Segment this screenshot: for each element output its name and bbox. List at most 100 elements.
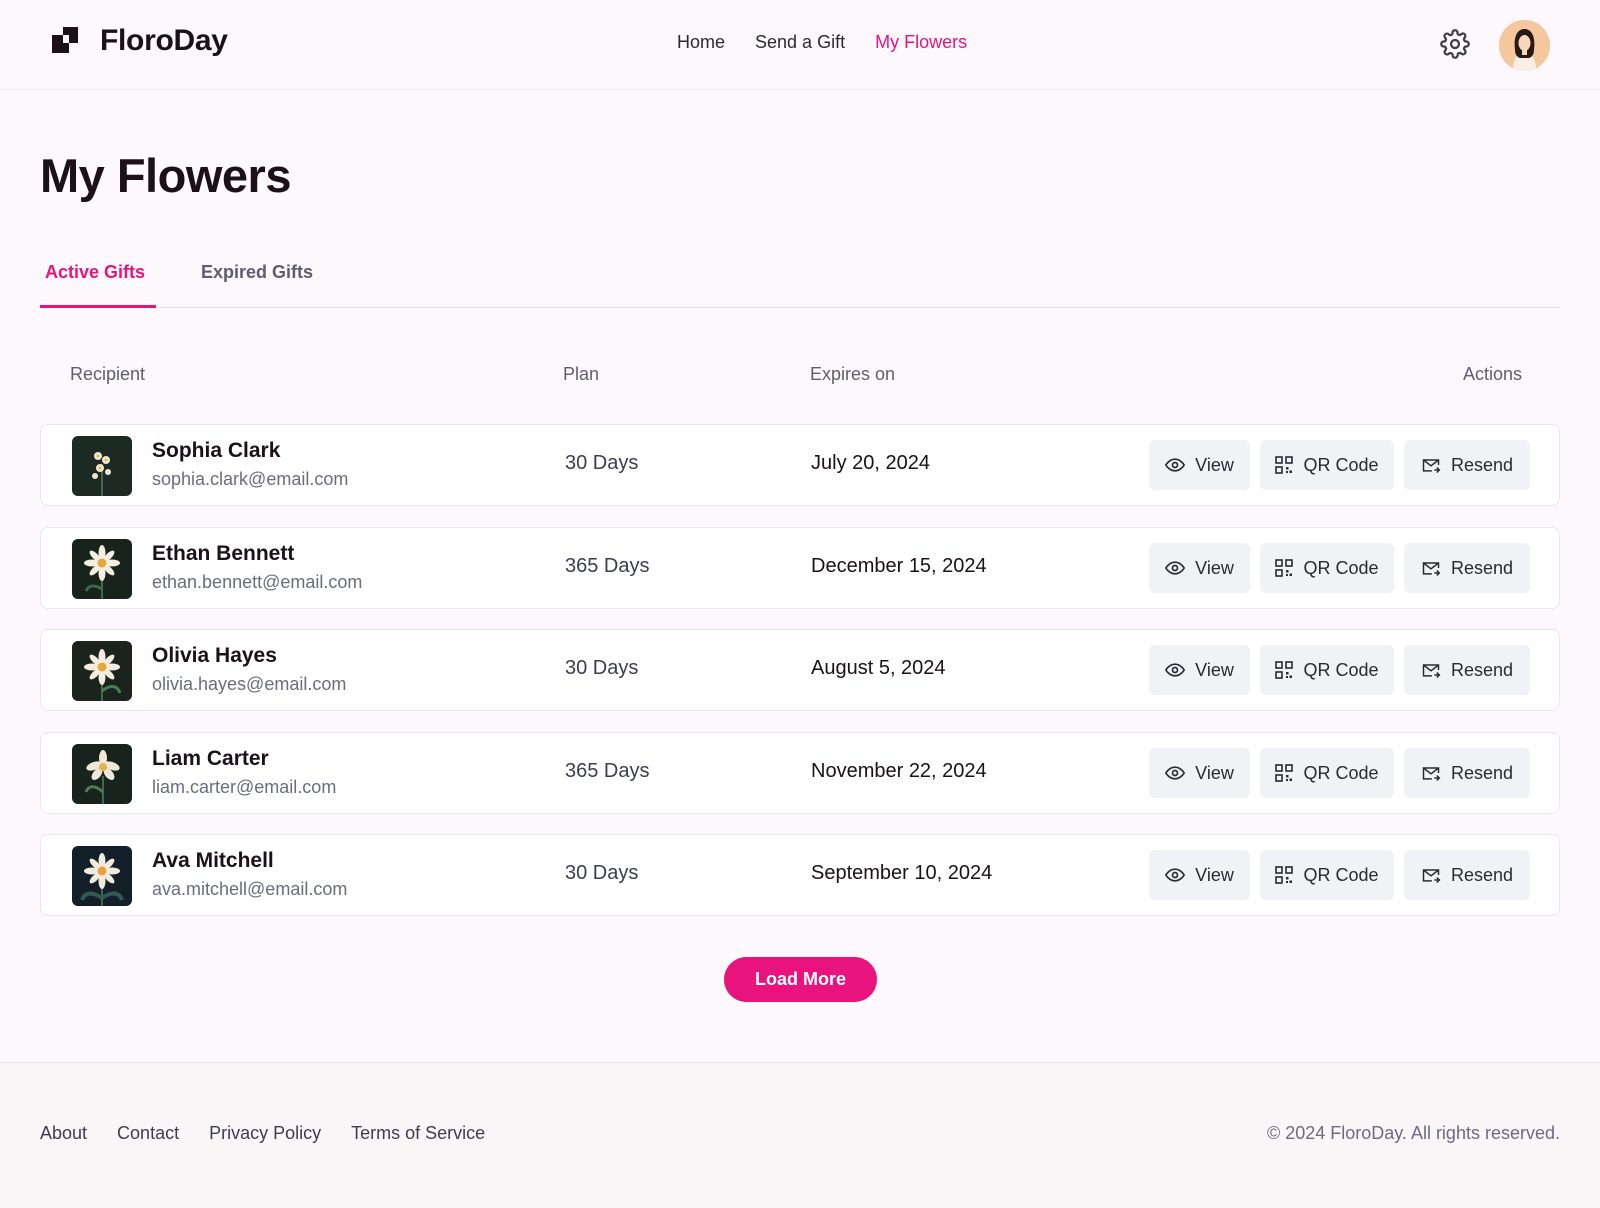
qr-code-label: QR Code xyxy=(1303,762,1379,783)
tab-expired-gifts[interactable]: Expired Gifts xyxy=(201,262,313,283)
recipient-name: Ethan Bennett xyxy=(152,542,295,565)
eye-icon xyxy=(1165,663,1186,677)
footer: About Contact Privacy Policy Terms of Se… xyxy=(0,1062,1600,1208)
mail-resend-icon xyxy=(1422,562,1441,577)
view-button[interactable]: View xyxy=(1149,850,1250,900)
resend-label: Resend xyxy=(1450,762,1514,783)
flower-thumbnail xyxy=(72,744,132,804)
qr-code-button[interactable]: QR Code xyxy=(1260,645,1394,695)
recipient-email: ava.mitchell@email.com xyxy=(152,879,348,899)
expires-value: December 15, 2024 xyxy=(811,555,987,577)
expires-value: August 5, 2024 xyxy=(811,657,946,679)
view-button[interactable]: View xyxy=(1149,748,1250,798)
resend-label: Resend xyxy=(1450,659,1514,680)
top-header: FloroDay Home Send a Gift My Flowers xyxy=(0,0,1600,90)
recipient-name: Olivia Hayes xyxy=(152,644,277,667)
table-row: Liam Carter liam.carter@email.com 365 Da… xyxy=(40,732,1560,814)
mail-resend-icon xyxy=(1422,869,1441,884)
resend-label: Resend xyxy=(1450,454,1514,475)
nav-my-flowers[interactable]: My Flowers xyxy=(875,32,967,53)
nav-send-gift[interactable]: Send a Gift xyxy=(755,32,845,53)
mail-resend-icon xyxy=(1422,664,1441,679)
column-header-actions: Actions xyxy=(1463,364,1523,384)
view-label: View xyxy=(1195,864,1234,885)
qr-code-label: QR Code xyxy=(1303,454,1379,475)
load-more-button[interactable]: Load More xyxy=(724,957,877,1002)
plan-value: 30 Days xyxy=(565,657,639,679)
nav-home[interactable]: Home xyxy=(677,32,725,53)
view-label: View xyxy=(1195,762,1234,783)
expires-value: September 10, 2024 xyxy=(811,862,993,884)
qr-code-button[interactable]: QR Code xyxy=(1260,850,1394,900)
recipient-name: Sophia Clark xyxy=(152,439,281,462)
flower-thumbnail xyxy=(72,436,132,496)
avatar[interactable] xyxy=(1499,20,1550,71)
recipient-email: ethan.bennett@email.com xyxy=(152,572,363,592)
table-row: Sophia Clark sophia.clark@email.com 30 D… xyxy=(40,424,1560,506)
flower-thumbnail xyxy=(72,846,132,906)
resend-button[interactable]: Resend xyxy=(1404,645,1530,695)
resend-button[interactable]: Resend xyxy=(1404,850,1530,900)
table-row: Ava Mitchell ava.mitchell@email.com 30 D… xyxy=(40,834,1560,916)
recipient-name: Ava Mitchell xyxy=(152,849,274,872)
expires-value: November 22, 2024 xyxy=(811,760,987,782)
mail-resend-icon xyxy=(1422,459,1441,474)
floroday-logo-icon xyxy=(52,27,78,53)
view-label: View xyxy=(1195,557,1234,578)
footer-link-privacy[interactable]: Privacy Policy xyxy=(209,1123,321,1144)
qr-code-button[interactable]: QR Code xyxy=(1260,543,1394,593)
qr-code-button[interactable]: QR Code xyxy=(1260,440,1394,490)
footer-link-contact[interactable]: Contact xyxy=(117,1123,179,1144)
plan-value: 30 Days xyxy=(565,862,639,884)
eye-icon xyxy=(1165,766,1186,780)
recipient-email: olivia.hayes@email.com xyxy=(152,674,347,694)
column-header-expires: Expires on xyxy=(810,364,896,384)
plan-value: 365 Days xyxy=(565,555,650,577)
qr-code-icon xyxy=(1275,456,1294,474)
resend-button[interactable]: Resend xyxy=(1404,748,1530,798)
table-row: Olivia Hayes olivia.hayes@email.com 30 D… xyxy=(40,629,1560,711)
brand[interactable]: FloroDay xyxy=(52,24,228,58)
qr-code-icon xyxy=(1275,866,1294,884)
recipient-email: sophia.clark@email.com xyxy=(152,469,349,489)
resend-label: Resend xyxy=(1450,557,1514,578)
footer-links: About Contact Privacy Policy Terms of Se… xyxy=(40,1123,515,1144)
plan-value: 30 Days xyxy=(565,452,639,474)
expires-value: July 20, 2024 xyxy=(811,452,930,474)
gift-tabs: Active Gifts Expired Gifts xyxy=(40,250,1560,308)
recipient-name: Liam Carter xyxy=(152,747,269,770)
view-button[interactable]: View xyxy=(1149,543,1250,593)
qr-code-label: QR Code xyxy=(1303,659,1379,680)
eye-icon xyxy=(1165,868,1186,882)
qr-code-label: QR Code xyxy=(1303,557,1379,578)
avatar-portrait-icon xyxy=(1499,20,1550,71)
plan-value: 365 Days xyxy=(565,760,650,782)
view-label: View xyxy=(1195,659,1234,680)
gear-icon[interactable] xyxy=(1440,29,1470,59)
eye-icon xyxy=(1165,458,1186,472)
footer-link-about[interactable]: About xyxy=(40,1123,87,1144)
page-title: My Flowers xyxy=(40,149,291,202)
qr-code-icon xyxy=(1275,764,1294,782)
mail-resend-icon xyxy=(1422,767,1441,782)
active-tab-indicator xyxy=(40,305,156,308)
view-label: View xyxy=(1195,454,1234,475)
qr-code-button[interactable]: QR Code xyxy=(1260,748,1394,798)
resend-label: Resend xyxy=(1450,864,1514,885)
brand-name: FloroDay xyxy=(100,24,228,57)
footer-link-terms[interactable]: Terms of Service xyxy=(351,1123,485,1144)
eye-icon xyxy=(1165,561,1186,575)
qr-code-icon xyxy=(1275,661,1294,679)
view-button[interactable]: View xyxy=(1149,645,1250,695)
resend-button[interactable]: Resend xyxy=(1404,440,1530,490)
view-button[interactable]: View xyxy=(1149,440,1250,490)
flower-thumbnail xyxy=(72,641,132,701)
copyright-text: © 2024 FloroDay. All rights reserved. xyxy=(1266,1123,1560,1143)
tab-active-gifts[interactable]: Active Gifts xyxy=(45,262,145,283)
table-row: Ethan Bennett ethan.bennett@email.com 36… xyxy=(40,527,1560,609)
qr-code-label: QR Code xyxy=(1303,864,1379,885)
recipient-email: liam.carter@email.com xyxy=(152,777,337,797)
column-header-plan: Plan xyxy=(563,364,600,384)
flower-thumbnail xyxy=(72,539,132,599)
resend-button[interactable]: Resend xyxy=(1404,543,1530,593)
